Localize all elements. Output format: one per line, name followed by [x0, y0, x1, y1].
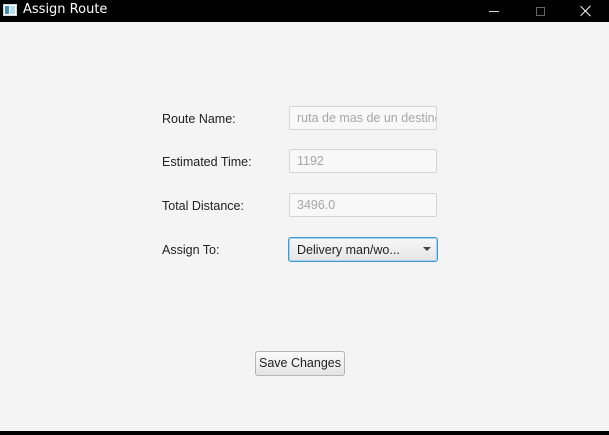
app-window-icon [3, 4, 17, 16]
total-distance-field[interactable]: 3496.0 [289, 193, 437, 217]
route-name-label: Route Name: [162, 112, 236, 126]
estimated-time-label: Estimated Time: [162, 155, 252, 169]
assign-route-window: Assign Route Route Name: ruta de mas de … [0, 0, 609, 435]
title-bar[interactable]: Assign Route [0, 0, 609, 22]
close-icon [580, 5, 592, 17]
assign-to-dropdown[interactable]: Delivery man/wo... [288, 237, 438, 262]
total-distance-label: Total Distance: [162, 199, 244, 213]
save-changes-button[interactable]: Save Changes [255, 351, 345, 376]
chevron-down-icon[interactable] [423, 247, 431, 251]
window-title: Assign Route [23, 2, 108, 17]
route-name-field[interactable]: ruta de mas de un destino [289, 106, 437, 130]
minimize-icon [489, 10, 499, 12]
window-bottom-border [0, 431, 609, 435]
assign-to-selected-value: Delivery man/wo... [297, 243, 400, 257]
close-button[interactable] [563, 0, 609, 22]
form-panel: Route Name: ruta de mas de un destino Es… [0, 22, 609, 431]
maximize-button[interactable] [517, 0, 563, 22]
minimize-button[interactable] [471, 0, 517, 22]
estimated-time-field[interactable]: 1192 [289, 149, 437, 173]
maximize-icon [535, 6, 545, 16]
assign-to-label: Assign To: [162, 243, 220, 257]
